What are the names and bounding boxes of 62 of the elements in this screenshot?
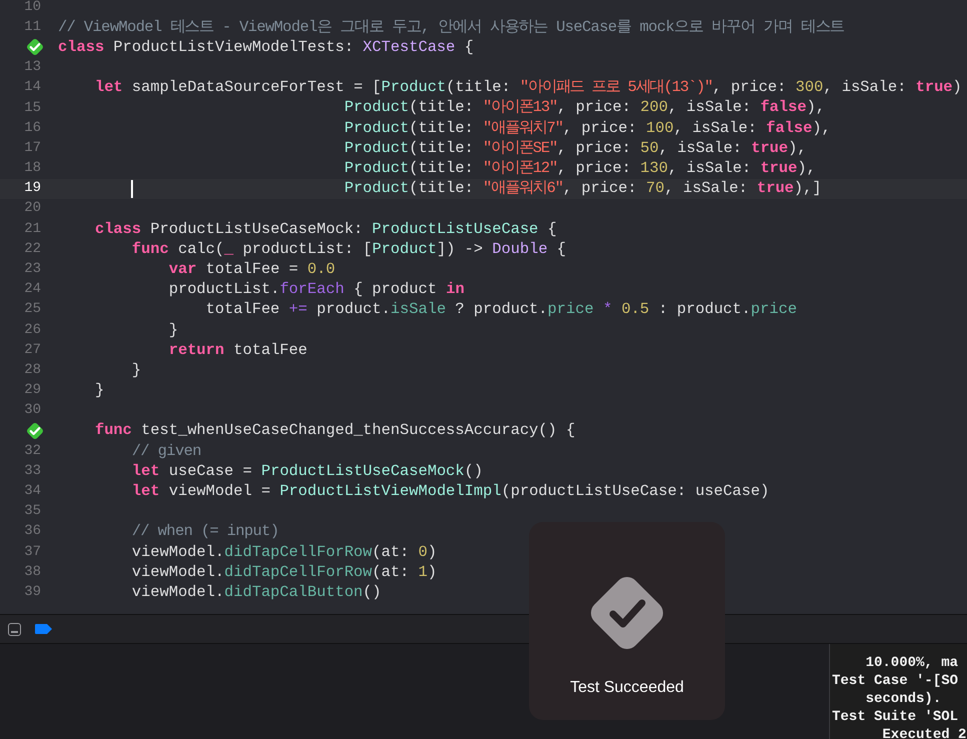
line-number: 25	[23, 300, 41, 320]
line-number: 29	[23, 381, 41, 400]
code-line: var totalFee = 0.0	[168, 258, 336, 280]
code-line: Product(title: "아이폰13", price: 200, isSale: false),	[344, 97, 825, 118]
code-line: viewModel.didTapCellForRow(at: 1)	[132, 562, 437, 583]
code-line: Product(title: "애플워치6", price: 70, isSale: true),]	[344, 178, 822, 200]
line-number: 37	[23, 542, 41, 562]
line-number: 20	[23, 199, 41, 218]
line-number: 30	[23, 401, 41, 420]
code-line: return totalFee	[168, 340, 308, 361]
line-number: 23	[23, 260, 41, 280]
line-number: 33	[23, 462, 41, 481]
console-line: 10.000%, ma	[864, 654, 960, 672]
text-cursor	[131, 180, 133, 198]
code-line: // ViewModel 테스트 - ViewModel은 그대로 두고, 안에서 사용하는 UseCase를 mock으로 바꾸어 가며 테스트	[58, 16, 844, 38]
code-line: totalFee += product.isSale ? product.price * 0.5 : product.price	[206, 299, 797, 320]
line-number: 14	[23, 78, 41, 98]
console-line: Test Suite 'SOL	[832, 708, 960, 726]
code-line: Product(title: "아이폰SE", price: 50, isSale: true),	[344, 138, 807, 159]
console-line: Executed 2	[881, 726, 967, 739]
line-number: 34	[23, 482, 41, 502]
code-line: // when (= input)	[132, 521, 279, 542]
line-number: 19	[23, 179, 41, 198]
line-number: 11	[23, 18, 41, 37]
code-line: let useCase = ProductListUseCaseMock()	[132, 460, 483, 482]
breakpoint-icon[interactable]	[35, 624, 52, 634]
line-number: 13	[23, 58, 41, 78]
code-line: Product(title: "아이폰12", price: 130, isSale: true),	[344, 158, 816, 180]
line-number: 26	[23, 320, 41, 340]
code-line: }	[94, 380, 104, 402]
line-number: 10	[23, 0, 41, 17]
hud-message: Test Succeeded	[570, 678, 684, 698]
line-number: 36	[23, 522, 41, 542]
code-line: // given	[132, 440, 201, 462]
code-line: productList.forEach { product in	[168, 279, 464, 300]
line-number: 22	[23, 240, 41, 259]
code-line: class ProductListViewModelTests: XCTestCase {	[58, 36, 474, 58]
line-number: 35	[23, 502, 41, 522]
line-number: 15	[23, 98, 41, 118]
line-number: 27	[23, 340, 41, 360]
console-line: seconds).	[864, 690, 942, 708]
code-line: viewModel.didTapCellForRow(at: 0)	[132, 542, 437, 563]
code-line: }	[132, 360, 142, 381]
panel-toggle-icon[interactable]	[8, 622, 21, 636]
line-number: 24	[23, 280, 41, 300]
line-number: 18	[23, 159, 41, 178]
line-number: 16	[23, 118, 41, 138]
line-number: 28	[23, 360, 41, 380]
code-line: let sampleDataSourceForTest = [Product(title: "아이패드 프로 5세대(13`)", price: 300, isSale: true)	[94, 77, 962, 98]
code-line: viewModel.didTapCalButton()	[132, 582, 382, 603]
code-line: func calc(_ productList: [Product]) -> Double {	[132, 238, 566, 260]
code-line: }	[168, 320, 178, 341]
console-line: Test Case '-[SO	[832, 672, 960, 690]
line-number: 21	[23, 220, 41, 239]
line-number: 39	[23, 583, 41, 602]
line-number: 32	[23, 442, 41, 461]
code-line: Product(title: "애플워치7", price: 100, isSale: false),	[344, 118, 831, 139]
code-line: let viewModel = ProductListViewModelImpl(productListUseCase: useCase)	[132, 481, 770, 502]
line-number: 38	[23, 562, 41, 582]
line-number: 17	[23, 138, 41, 158]
code-line: func test_whenUseCaseChanged_thenSuccessAccuracy() {	[94, 420, 576, 442]
code-line: class ProductListUseCaseMock: ProductListUseCase {	[94, 218, 557, 240]
